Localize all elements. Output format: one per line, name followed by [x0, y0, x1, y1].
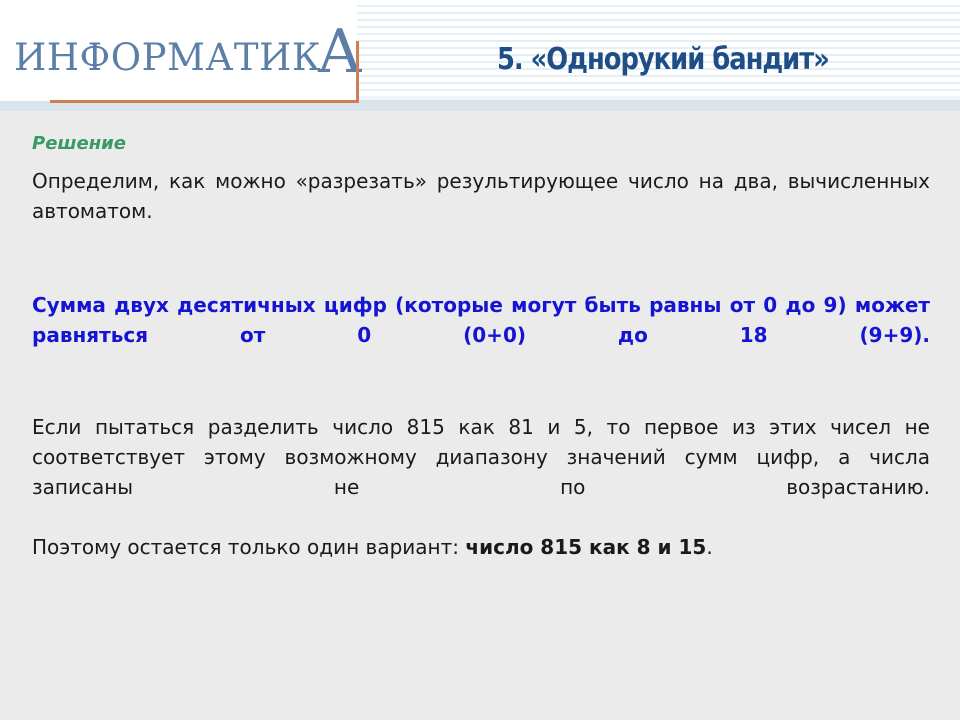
paragraph-digit-sum-range-text: Сумма двух десятичных цифр (которые могу…	[32, 293, 930, 347]
paragraph-conclusion-answer: число 815 как 8 и 15	[465, 535, 707, 559]
slide: ИНФОРМАТИКА 5. «Однорукий бандит» Решени…	[0, 0, 960, 720]
logo-informatika: ИНФОРМАТИКА	[14, 22, 363, 82]
logo-panel: ИНФОРМАТИКА	[0, 0, 362, 101]
paragraph-digit-sum-range: Сумма двух десятичных цифр (которые могу…	[32, 290, 930, 380]
paragraph-conclusion-suffix: .	[706, 535, 713, 559]
paragraph-split-attempt: Если пытаться разделить число 815 как 81…	[32, 412, 930, 532]
paragraph-conclusion-prefix: Поэтому остается только один вариант:	[32, 535, 466, 559]
logo-vertical-rule	[356, 41, 359, 103]
paragraph-definition: Определим, как можно «разрезать» результ…	[32, 166, 930, 256]
logo-horizontal-rule	[50, 100, 359, 103]
paragraph-conclusion: Поэтому остается только один вариант: чи…	[32, 532, 930, 562]
slide-content: Решение Определим, как можно «разрезать»…	[32, 133, 930, 562]
logo-word: ИНФОРМАТИК	[14, 36, 321, 79]
paragraph-definition-text: Определим, как можно «разрезать» результ…	[32, 169, 930, 223]
page-title: 5. «Однорукий бандит»	[497, 42, 830, 77]
slide-header: ИНФОРМАТИКА 5. «Однорукий бандит»	[0, 0, 960, 111]
paragraph-split-attempt-text: Если пытаться разделить число 815 как 81…	[32, 415, 930, 499]
section-heading-solution: Решение	[32, 133, 126, 154]
